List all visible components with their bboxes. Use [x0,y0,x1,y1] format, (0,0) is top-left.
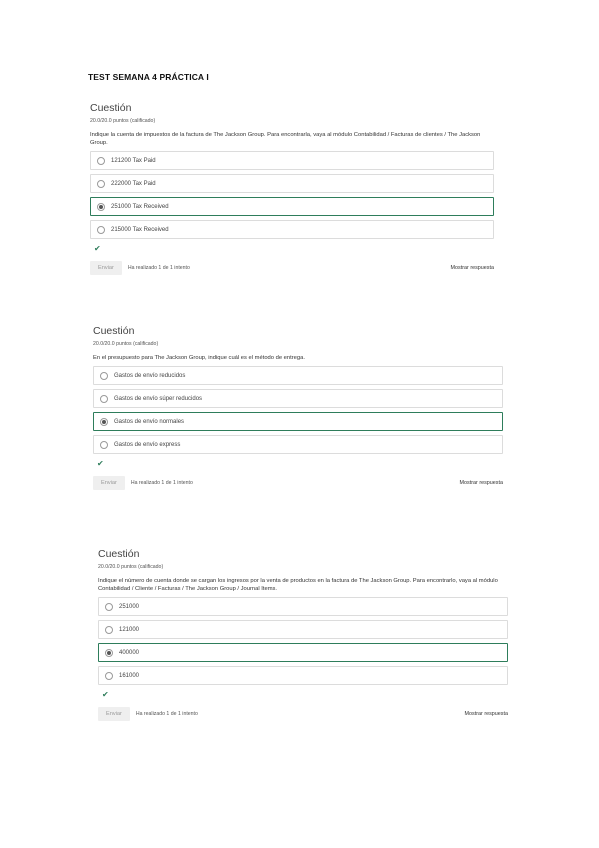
question-heading: Cuestión [90,102,132,114]
question-points: 20.0/20.0 puntos (calificado) [93,341,159,347]
radio-button[interactable] [97,179,105,188]
question-points: 20.0/20.0 puntos (calificado) [98,564,164,570]
answer-option[interactable]: 215000 Tax Received [90,220,494,239]
show-answer-button[interactable]: Mostrar respuesta [460,480,503,486]
radio-button[interactable] [105,602,113,611]
checkmark-icon: ✔ [94,244,101,253]
show-answer-button[interactable]: Mostrar respuesta [451,265,494,271]
submit-button[interactable]: Enviar [90,261,122,275]
option-label: 121000 [119,626,140,633]
radio-button-checked[interactable] [105,648,113,657]
answer-option[interactable]: Gastos de envío express [93,435,503,454]
submit-button[interactable]: Enviar [93,476,125,490]
option-label: 215000 Tax Received [111,226,169,233]
question-heading: Cuestión [98,548,140,560]
option-label: Gastos de envío express [114,441,181,448]
radio-button[interactable] [105,625,113,634]
checkmark-icon: ✔ [97,459,104,468]
option-label: 161000 [119,672,140,679]
answer-option-selected[interactable]: 251000 Tax Received [90,197,494,216]
options-list: Gastos de envío reducidos Gastos de enví… [93,366,503,454]
option-label: Gastos de envío normales [114,418,185,425]
question-heading: Cuestión [93,325,135,337]
question-footer: Enviar Ha realizado 1 de 1 intento Mostr… [90,261,494,275]
radio-button[interactable] [97,225,105,234]
answer-option[interactable]: 222000 Tax Paid [90,174,494,193]
option-label: 251000 [119,603,140,610]
options-list: 251000 121000 400000 161000 [98,597,508,685]
option-label: 121200 Tax Paid [111,157,156,164]
answer-option[interactable]: 121200 Tax Paid [90,151,494,170]
option-label: 251000 Tax Received [111,203,169,210]
question-text: Indique el número de cuenta donde se car… [98,578,498,592]
option-label: 400000 [119,649,140,656]
question-footer: Enviar Ha realizado 1 de 1 intento Mostr… [98,707,508,721]
question-2: Cuestión 20.0/20.0 puntos (calificado) E… [93,325,503,490]
option-label: 222000 Tax Paid [111,180,156,187]
answer-option[interactable]: 161000 [98,666,508,685]
question-text: En el presupuesto para The Jackson Group… [93,355,305,361]
question-footer: Enviar Ha realizado 1 de 1 intento Mostr… [93,476,503,490]
answer-option[interactable]: Gastos de envío reducidos [93,366,503,385]
radio-button[interactable] [100,394,108,403]
attempts-text: Ha realizado 1 de 1 intento [135,711,198,717]
radio-button-checked[interactable] [100,417,108,426]
checkmark-icon: ✔ [102,690,109,699]
answer-option-selected[interactable]: 400000 [98,643,508,662]
options-list: 121200 Tax Paid 222000 Tax Paid 251000 T… [90,151,494,239]
answer-option[interactable]: 121000 [98,620,508,639]
radio-dot [99,204,103,209]
show-answer-button[interactable]: Mostrar respuesta [465,711,508,717]
answer-option[interactable]: 251000 [98,597,508,616]
question-text: Indique la cuenta de impuestos de la fac… [90,132,481,146]
radio-dot [102,419,106,424]
radio-button[interactable] [100,440,108,449]
page-title: TEST SEMANA 4 PRÁCTICA I [88,72,209,82]
answer-option[interactable]: Gastos de envío súper reducidos [93,389,503,408]
attempts-text: Ha realizado 1 de 1 intento [130,480,193,486]
question-3: Cuestión 20.0/20.0 puntos (calificado) I… [98,548,508,721]
radio-button-checked[interactable] [97,202,105,211]
answer-option-selected[interactable]: Gastos de envío normales [93,412,503,431]
question-1: Cuestión 20.0/20.0 puntos (calificado) I… [90,102,494,275]
attempts-text: Ha realizado 1 de 1 intento [127,265,190,271]
radio-dot [107,650,111,655]
radio-button[interactable] [105,671,113,680]
option-label: Gastos de envío reducidos [114,372,186,379]
question-points: 20.0/20.0 puntos (calificado) [90,118,156,124]
radio-button[interactable] [97,156,105,165]
option-label: Gastos de envío súper reducidos [114,395,203,402]
submit-button[interactable]: Enviar [98,707,130,721]
radio-button[interactable] [100,371,108,380]
